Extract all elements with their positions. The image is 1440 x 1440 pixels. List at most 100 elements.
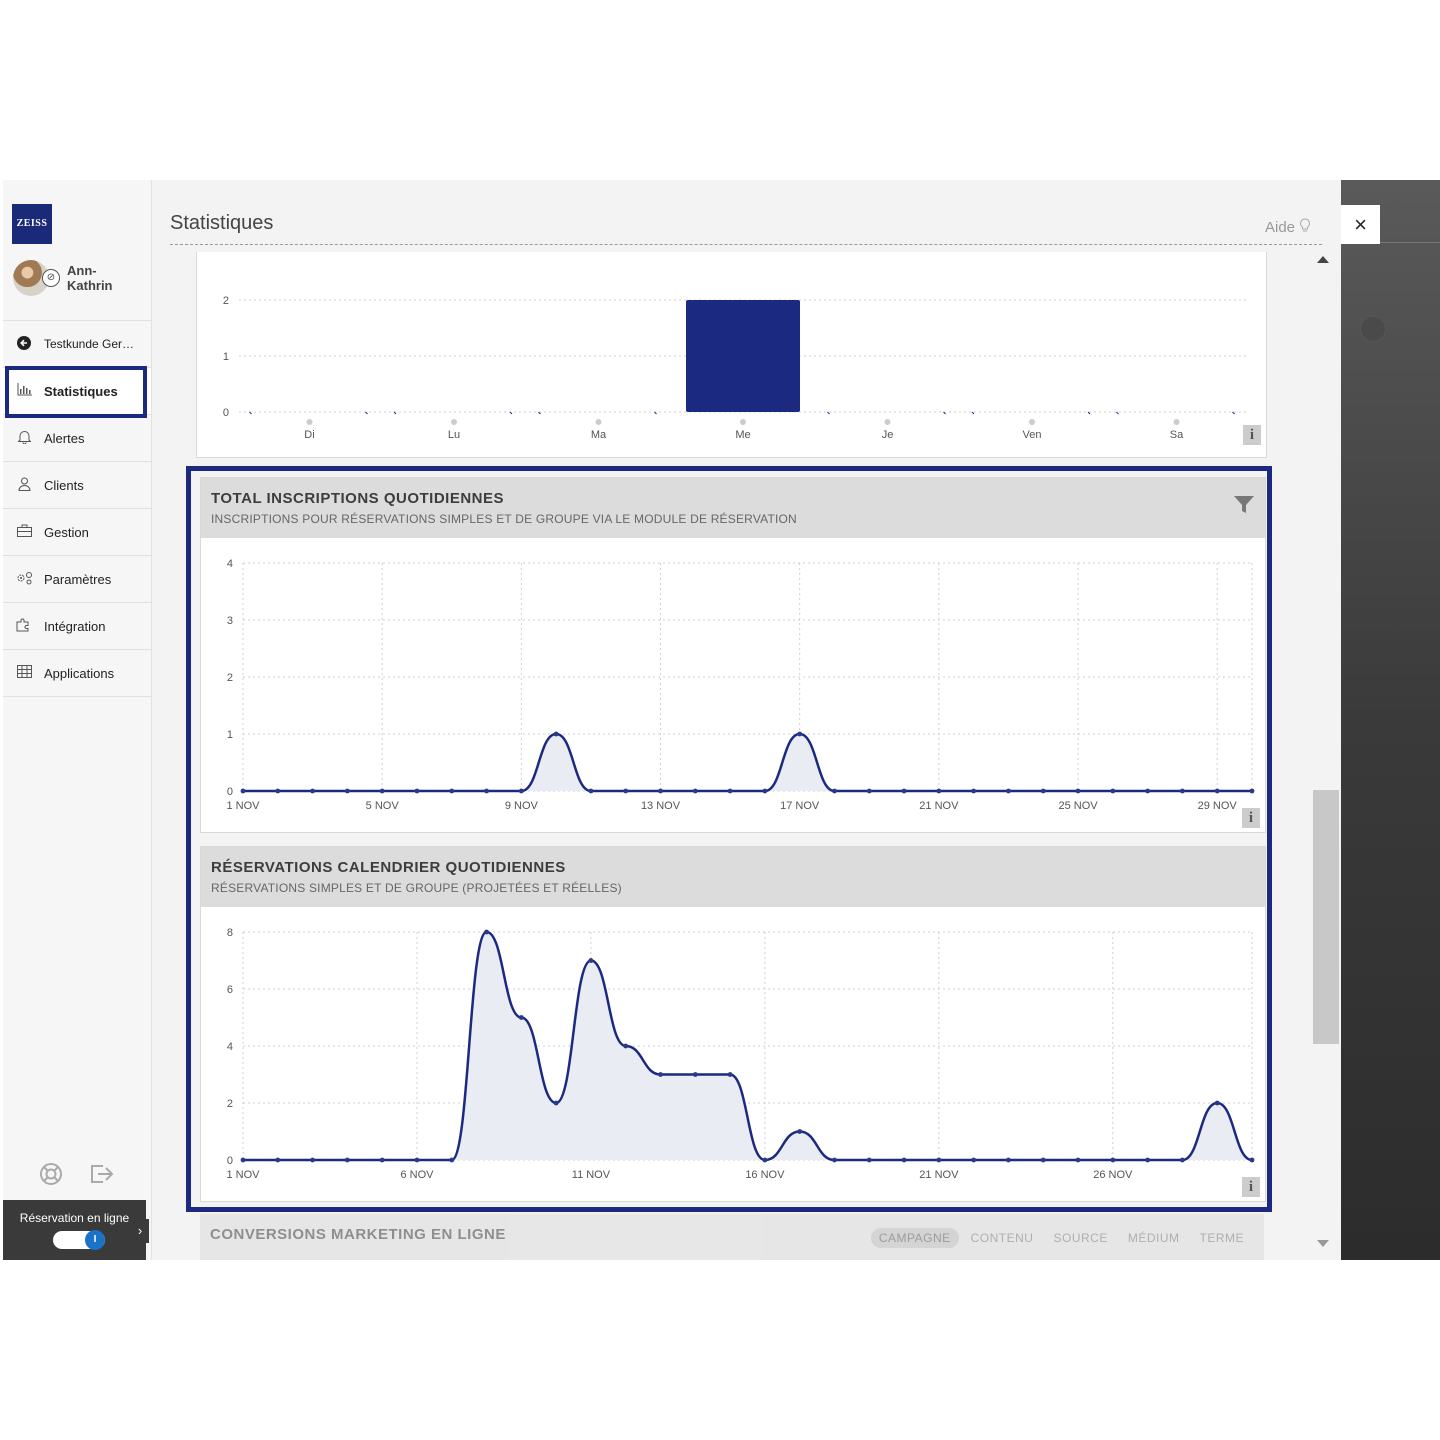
sidebar-item-label: Applications xyxy=(44,665,115,681)
data-point xyxy=(553,731,559,737)
x-tick-label: 5 NOV xyxy=(366,800,400,812)
x-tick-label: 13 NOV xyxy=(641,800,681,812)
online-booking-label: Réservation en ligne xyxy=(19,1211,130,1225)
x-tick-label: 26 NOV xyxy=(1093,1169,1133,1181)
grid-icon xyxy=(16,665,32,681)
sidebar-item-testkunde[interactable]: Testkunde Ger… xyxy=(3,320,151,367)
x-tick-label: 16 NOV xyxy=(745,1169,785,1181)
sidebar-item-alertes[interactable]: Alertes xyxy=(3,414,151,461)
x-tick-dot xyxy=(306,419,313,425)
logout-icon[interactable] xyxy=(89,1162,114,1186)
bar xyxy=(686,300,800,412)
page-title: Statistiques xyxy=(170,212,274,234)
scrollbar-thumb[interactable] xyxy=(1313,790,1339,1044)
data-point xyxy=(518,788,524,794)
x-tick-label: 1 NOV xyxy=(226,1169,260,1181)
online-booking-panel: Réservation en ligne I xyxy=(3,1200,146,1260)
close-button[interactable]: × xyxy=(1341,205,1380,244)
scroll-up-arrow-icon[interactable] xyxy=(1317,256,1329,263)
card-title: TOTAL INSCRIPTIONS QUOTIDIENNES xyxy=(211,490,505,507)
tab-campagne[interactable]: CAMPAGNE xyxy=(870,1228,959,1248)
daily-calendar-bookings-chart: 0 2 4 6 8 1 NOV 6 NOV 11 NOV 16 NOV 21 NOV 26 NOV xyxy=(226,927,1255,1181)
series-area xyxy=(243,734,1252,791)
sidebar-item-label: Intégration xyxy=(44,618,106,634)
data-point xyxy=(449,1157,455,1163)
data-point xyxy=(275,1157,281,1163)
sidebar-item-label: Gestion xyxy=(44,524,89,540)
sidebar-nav: Testkunde Ger… Statistiques Alertes Clie… xyxy=(3,320,151,697)
marketing-conversions-card: CONVERSIONS MARKETING EN LIGNE CAMPAGNE … xyxy=(200,1214,1264,1260)
data-point xyxy=(414,1157,420,1163)
sidebar-item-label: Testkunde Ger… xyxy=(44,337,135,351)
online-booking-toggle[interactable]: I xyxy=(53,1230,105,1250)
lifebuoy-icon[interactable] xyxy=(39,1162,63,1186)
scroll-down-arrow-icon[interactable] xyxy=(1317,1240,1329,1247)
card-header: TOTAL INSCRIPTIONS QUOTIDIENNES INSCRIPT… xyxy=(201,478,1265,538)
data-point xyxy=(623,1043,629,1049)
header-divider xyxy=(170,244,1322,245)
arrow-left-circle-icon xyxy=(16,335,32,353)
tab-medium[interactable]: MÉDIUM xyxy=(1120,1228,1188,1248)
statistics-content[interactable]: 0 1 2 Di Lu Ma Me Je Ven Sa i TOTAL INSCRIPTIONS … xyxy=(170,252,1292,1260)
sidebar-item-clients[interactable]: Clients xyxy=(3,461,151,508)
x-tick-label: Lu xyxy=(448,429,460,441)
data-point xyxy=(901,1157,907,1163)
data-point xyxy=(344,1157,350,1163)
info-button[interactable]: i xyxy=(1243,425,1261,445)
data-point xyxy=(866,788,872,794)
gears-icon xyxy=(16,571,32,588)
help-link[interactable]: Aide xyxy=(1265,218,1311,236)
data-point xyxy=(901,788,907,794)
data-point xyxy=(484,929,489,935)
info-button[interactable]: i xyxy=(1242,1177,1260,1197)
card-subtitle: RÉSERVATIONS SIMPLES ET DE GROUPE (PROJE… xyxy=(211,881,622,895)
y-tick-label: 8 xyxy=(227,927,233,939)
data-point xyxy=(1110,788,1116,794)
data-point xyxy=(1249,788,1255,794)
card-title: CONVERSIONS MARKETING EN LIGNE xyxy=(210,1226,506,1243)
tab-contenu[interactable]: CONTENU xyxy=(963,1228,1042,1248)
info-button[interactable]: i xyxy=(1242,808,1260,828)
data-point xyxy=(1145,1157,1151,1163)
tab-terme[interactable]: TERME xyxy=(1192,1228,1253,1248)
data-point xyxy=(936,1157,942,1163)
sidebar-item-integration[interactable]: Intégration xyxy=(3,602,151,649)
x-tick-label: 9 NOV xyxy=(505,800,539,812)
sidebar-item-applications[interactable]: Applications xyxy=(3,649,151,697)
scrollbar[interactable] xyxy=(1311,252,1339,1252)
sidebar-item-gestion[interactable]: Gestion xyxy=(3,508,151,555)
y-tick-label: 1 xyxy=(227,729,233,741)
data-point xyxy=(727,788,733,794)
y-tick-label: 0 xyxy=(223,407,229,419)
data-point xyxy=(1110,1157,1116,1163)
data-point xyxy=(588,788,594,794)
x-tick-label: Ven xyxy=(1023,429,1042,441)
data-point xyxy=(936,788,942,794)
data-point xyxy=(797,731,803,737)
collapse-sidebar-chevron-icon[interactable]: › xyxy=(131,1219,149,1243)
sidebar-footer-icons xyxy=(39,1162,129,1188)
card-subtitle: INSCRIPTIONS POUR RÉSERVATIONS SIMPLES E… xyxy=(211,512,797,526)
data-point xyxy=(344,788,350,794)
zeiss-logo[interactable]: ZEISS xyxy=(12,204,52,244)
sidebar-item-parametres[interactable]: Paramètres xyxy=(3,555,151,602)
y-tick-label: 3 xyxy=(227,615,233,627)
data-point xyxy=(971,788,977,794)
x-tick-label: Ma xyxy=(591,429,607,441)
sidebar-item-statistiques[interactable]: Statistiques xyxy=(3,367,151,414)
user-name[interactable]: Ann-Kathrin xyxy=(67,263,137,293)
data-point xyxy=(692,788,698,794)
data-point xyxy=(832,1157,837,1163)
card-title: RÉSERVATIONS CALENDRIER QUOTIDIENNES xyxy=(211,859,566,876)
sidebar-item-label: Statistiques xyxy=(44,383,118,399)
compass-icon[interactable]: ⊘ xyxy=(42,269,60,287)
bar xyxy=(971,411,975,415)
sidebar-item-label: Alertes xyxy=(44,430,85,446)
bar-chart-icon xyxy=(16,383,32,399)
data-point xyxy=(553,1100,559,1106)
x-tick-label: 29 NOV xyxy=(1198,800,1238,812)
data-point xyxy=(1006,1157,1011,1163)
weekday-bar-chart: 0 1 2 Di Lu Ma Me Je Ven Sa xyxy=(223,295,1247,441)
tab-source[interactable]: SOURCE xyxy=(1045,1228,1115,1248)
filter-icon[interactable] xyxy=(1233,494,1255,516)
